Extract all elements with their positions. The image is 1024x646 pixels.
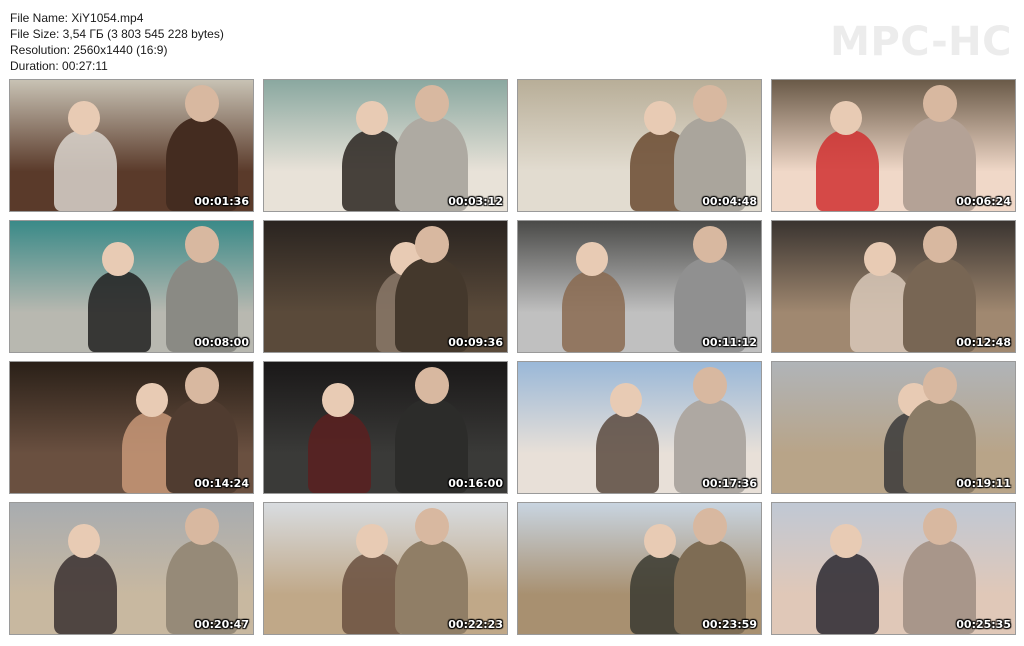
thumbnail-timestamp: 00:16:00 — [448, 477, 503, 490]
thumbnail-image — [264, 80, 507, 211]
figure-head — [922, 85, 957, 122]
figure-silhouette — [87, 270, 151, 352]
thumbnail-timestamp: 00:20:47 — [194, 618, 249, 631]
figure-head — [692, 85, 727, 122]
thumbnail-timestamp: 00:11:12 — [702, 336, 757, 349]
thumbnail-frame[interactable]: 00:04:48 — [517, 79, 762, 212]
thumbnail-image — [10, 221, 253, 352]
thumbnail-timestamp: 00:23:59 — [702, 618, 757, 631]
thumbnail-timestamp: 00:08:00 — [194, 336, 249, 349]
figure-head — [644, 523, 676, 559]
file-size-line: File Size: 3,54 ГБ (3 803 545 228 bytes) — [10, 27, 224, 41]
thumbnail-image — [10, 80, 253, 211]
thumbnail-timestamp: 00:19:11 — [956, 477, 1011, 490]
thumbnail-frame[interactable]: 00:19:11 — [771, 361, 1016, 494]
figure-head — [68, 100, 100, 136]
figure-head — [692, 508, 727, 545]
thumbnail-frame[interactable]: 00:22:23 — [263, 502, 508, 635]
thumbnail-frame[interactable]: 00:03:12 — [263, 79, 508, 212]
figure-head — [184, 508, 219, 545]
file-info-panel: File Name: XiY1054.mp4 File Size: 3,54 Г… — [10, 10, 224, 74]
figure-silhouette — [307, 411, 371, 493]
thumbnail-frame[interactable]: 00:16:00 — [263, 361, 508, 494]
thumbnail-frame[interactable]: 00:14:24 — [9, 361, 254, 494]
figure-silhouette — [815, 552, 879, 634]
thumbnail-image — [772, 80, 1015, 211]
figure-head — [692, 226, 727, 263]
thumbnail-image — [518, 221, 761, 352]
figure-head — [610, 382, 642, 418]
thumbnail-timestamp: 00:03:12 — [448, 195, 503, 208]
resolution-line: Resolution: 2560x1440 (16:9) — [10, 43, 168, 57]
figure-head — [414, 367, 449, 404]
thumbnail-frame[interactable]: 00:25:35 — [771, 502, 1016, 635]
thumbnail-frame[interactable]: 00:20:47 — [9, 502, 254, 635]
thumbnail-frame[interactable]: 00:01:36 — [9, 79, 254, 212]
figure-silhouette — [595, 411, 659, 493]
figure-head — [68, 523, 100, 559]
thumbnail-timestamp: 00:12:48 — [956, 336, 1011, 349]
thumbnail-image — [10, 503, 253, 634]
thumbnail-image — [10, 362, 253, 493]
figure-head — [692, 367, 727, 404]
thumbnail-image — [518, 362, 761, 493]
thumbnail-frame[interactable]: 00:17:36 — [517, 361, 762, 494]
figure-head — [102, 241, 134, 277]
figure-head — [184, 85, 219, 122]
thumbnail-timestamp: 00:09:36 — [448, 336, 503, 349]
figure-head — [922, 226, 957, 263]
thumbnail-timestamp: 00:22:23 — [448, 618, 503, 631]
figure-head — [414, 508, 449, 545]
thumbnail-frame[interactable]: 00:09:36 — [263, 220, 508, 353]
figure-silhouette — [53, 129, 117, 211]
thumbnail-timestamp: 00:17:36 — [702, 477, 757, 490]
thumbnail-frame[interactable]: 00:23:59 — [517, 502, 762, 635]
figure-silhouette — [815, 129, 879, 211]
thumbnail-timestamp: 00:04:48 — [702, 195, 757, 208]
figure-head — [136, 382, 168, 418]
thumbnail-image — [518, 503, 761, 634]
figure-head — [576, 241, 608, 277]
thumbnail-frame[interactable]: 00:12:48 — [771, 220, 1016, 353]
thumbnail-frame[interactable]: 00:08:00 — [9, 220, 254, 353]
thumbnail-image — [772, 362, 1015, 493]
figure-head — [184, 226, 219, 263]
figure-head — [864, 241, 896, 277]
figure-head — [414, 85, 449, 122]
figure-head — [414, 226, 449, 263]
thumbnail-image — [264, 503, 507, 634]
figure-head — [356, 100, 388, 136]
thumbnail-timestamp: 00:14:24 — [194, 477, 249, 490]
thumbnail-image — [772, 221, 1015, 352]
figure-head — [830, 100, 862, 136]
thumbnail-frame[interactable]: 00:06:24 — [771, 79, 1016, 212]
mpc-hc-logo: MPC-HC — [830, 19, 1012, 65]
duration-line: Duration: 00:27:11 — [10, 59, 108, 73]
thumbnail-image — [264, 362, 507, 493]
thumbnail-timestamp: 00:06:24 — [956, 195, 1011, 208]
figure-head — [184, 367, 219, 404]
figure-silhouette — [53, 552, 117, 634]
thumbnail-timestamp: 00:01:36 — [194, 195, 249, 208]
file-name-line: File Name: XiY1054.mp4 — [10, 11, 144, 25]
figure-head — [322, 382, 354, 418]
thumbnail-grid: 00:01:36 00:03:12 00:04:48 00:06:24 00:08:00… — [9, 79, 1016, 635]
figure-head — [922, 508, 957, 545]
thumbnail-image — [518, 80, 761, 211]
figure-head — [922, 367, 957, 404]
figure-head — [356, 523, 388, 559]
thumbnail-frame[interactable]: 00:11:12 — [517, 220, 762, 353]
thumbnail-image — [264, 221, 507, 352]
thumbnail-timestamp: 00:25:35 — [956, 618, 1011, 631]
figure-silhouette — [561, 270, 625, 352]
thumbnail-image — [772, 503, 1015, 634]
figure-head — [830, 523, 862, 559]
figure-head — [644, 100, 676, 136]
